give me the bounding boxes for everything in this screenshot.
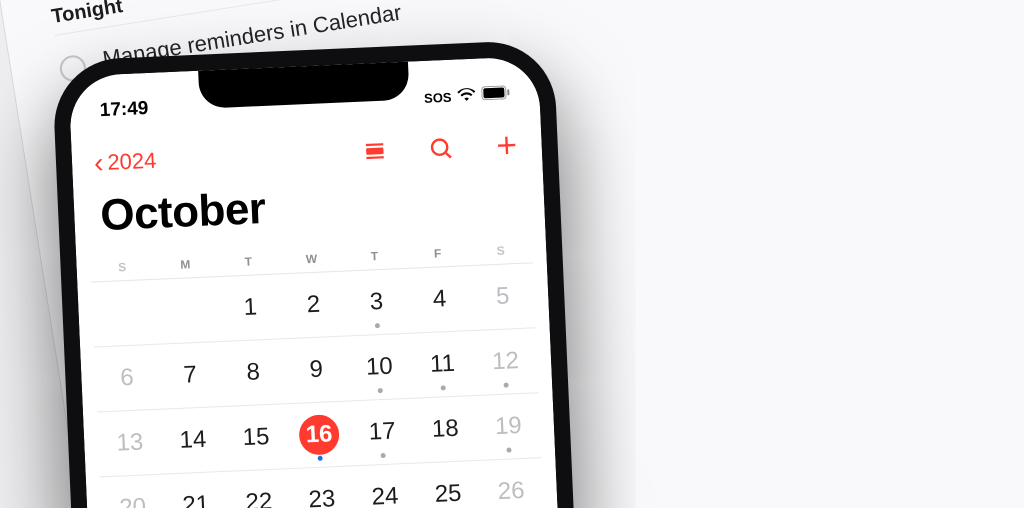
calendar-day-cell[interactable]: 14 [160,406,226,474]
calendar-day-cell[interactable]: 18 [412,395,478,463]
add-event-icon[interactable] [493,132,520,159]
calendar-event-dots [504,382,509,387]
calendar-day-cell[interactable]: 25 [415,460,481,508]
calendar-day-cell[interactable]: 15 [223,404,289,472]
photo-scene: All813Scheduled3 ForgotGroceries ListFin… [0,0,1024,508]
calendar-weekday-cell: M [153,250,217,279]
calendar-weekday-cell: F [406,239,470,268]
calendar-event-dots [441,385,446,390]
calendar-weekday-cell: T [216,247,280,276]
back-year-label: 2024 [107,148,157,176]
calendar-event-dots [318,456,323,461]
calendar-event-dots [381,453,386,458]
calendar-event-dots [375,323,380,328]
calendar-day-cell[interactable]: 11 [409,331,475,399]
calendar-weekday-cell: T [342,242,406,271]
calendar-day-cell[interactable]: 17 [349,398,415,466]
back-year-button[interactable]: ‹ 2024 [93,147,156,178]
iphone-calendar-app: 17:49 SOS [68,56,579,508]
calendar-weekday-cell: S [469,236,533,265]
calendar-day-cell[interactable]: 20 [100,474,166,508]
calendar-day-cell[interactable]: 22 [226,469,292,508]
calendar-day-cell[interactable]: 6 [94,344,160,412]
calendar-day-cell[interactable]: 2 [281,271,347,339]
status-sos-label: SOS [424,89,452,105]
calendar-month-grid[interactable]: SMTWTFS 12345678910111213141516171819202… [90,236,547,508]
calendar-day-cell[interactable]: 16 [286,401,352,469]
search-icon[interactable] [427,135,454,162]
calendar-day-cell[interactable]: 21 [163,471,229,508]
calendar-day-cell[interactable]: 26 [478,458,544,508]
calendar-day-cell[interactable]: 4 [407,266,473,334]
status-right: SOS [424,85,510,106]
iphone-device-frame: 17:49 SOS [52,39,597,508]
wifi-icon [457,86,476,104]
calendar-day-cell[interactable]: 1 [217,274,283,342]
calendar-day-cell[interactable]: 12 [473,328,539,396]
calendar-event-dots [378,388,383,393]
calendar-nav-icons [361,132,520,165]
calendar-day-cell [154,277,220,345]
calendar-weekday-cell: W [279,245,343,274]
calendar-weekday-cell: S [90,253,154,282]
calendar-today-indicator: 16 [298,414,340,456]
calendar-day-cell[interactable]: 13 [97,409,163,477]
calendar-day-cell[interactable]: 10 [346,333,412,401]
list-view-icon[interactable] [361,138,388,165]
calendar-day-cell[interactable]: 7 [157,342,223,410]
calendar-day-cell[interactable]: 24 [352,463,418,508]
battery-icon [481,85,510,103]
status-time: 17:49 [99,98,149,122]
calendar-day-cell[interactable]: 3 [344,268,410,336]
calendar-event-dots [507,447,512,452]
calendar-day-cell[interactable]: 19 [475,393,541,461]
calendar-day-cell[interactable]: 8 [220,339,286,407]
calendar-day-cell[interactable]: 5 [470,263,536,331]
calendar-day-cell[interactable]: 9 [283,336,349,404]
calendar-day-cell[interactable]: 23 [289,466,355,508]
chevron-left-icon: ‹ [93,149,104,177]
calendar-day-cell [91,279,157,347]
